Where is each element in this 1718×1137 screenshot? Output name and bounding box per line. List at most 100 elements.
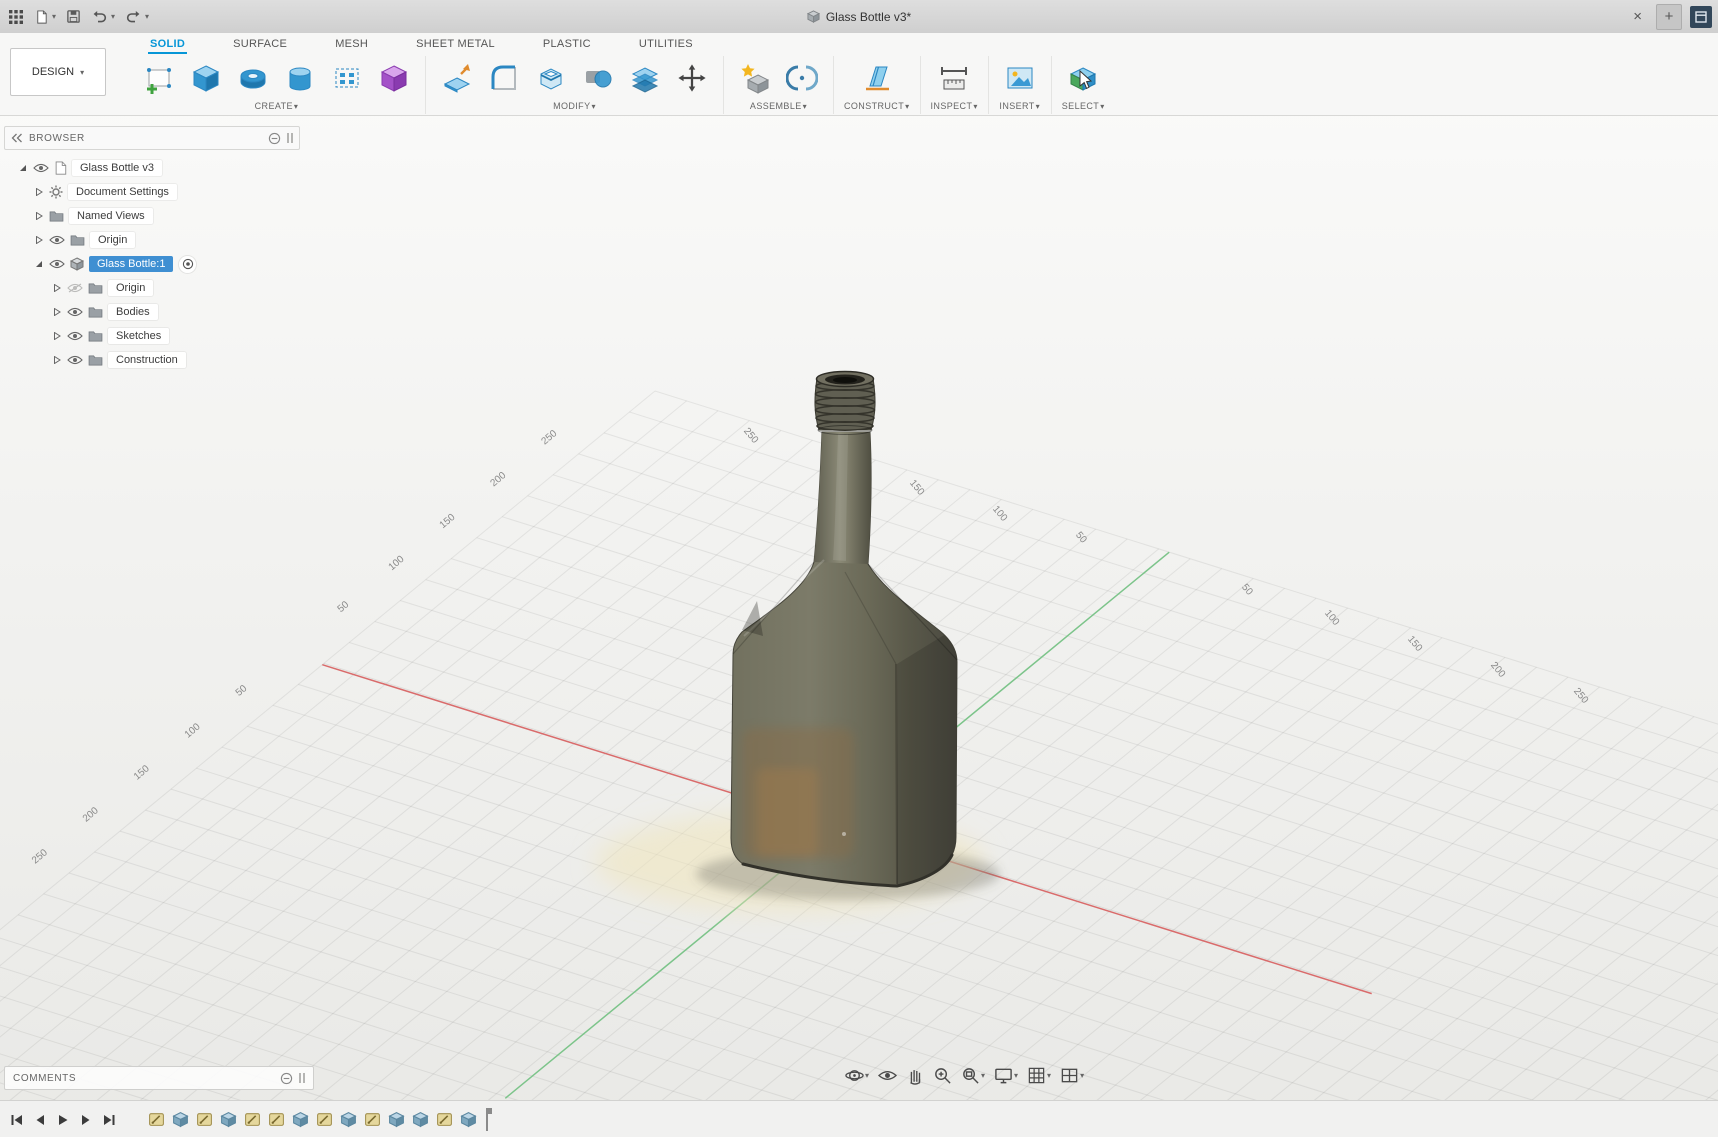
tree-item-document-settings[interactable]: Document Settings (4, 180, 300, 204)
visibility-eye-icon[interactable] (49, 259, 65, 269)
pan-icon[interactable] (906, 1066, 924, 1085)
workspace-switcher[interactable]: DESIGN (10, 48, 106, 96)
select-icon[interactable] (1062, 57, 1104, 99)
visibility-eye-icon[interactable] (67, 355, 83, 365)
tree-item-origin-child[interactable]: Origin (4, 276, 300, 300)
revolve-icon[interactable] (232, 57, 274, 99)
display-settings-icon[interactable] (994, 1066, 1018, 1085)
joint-icon[interactable] (781, 57, 823, 99)
measure-icon[interactable] (933, 57, 975, 99)
collapsed-arrow-icon[interactable] (52, 332, 62, 340)
file-menu-icon[interactable] (34, 9, 56, 25)
tree-item-label[interactable]: Bodies (108, 304, 158, 320)
timeline-sketch-icon[interactable] (436, 1111, 453, 1128)
skip-to-end-icon[interactable] (102, 1113, 116, 1127)
create-sketch-icon[interactable] (138, 57, 180, 99)
circle-minus-icon[interactable] (280, 1072, 293, 1085)
tree-item-label[interactable]: Origin (108, 280, 154, 296)
play-icon[interactable] (56, 1113, 70, 1127)
visibility-eye-icon[interactable] (67, 331, 83, 341)
look-at-icon[interactable] (878, 1066, 898, 1085)
tab-mesh[interactable]: MESH (333, 35, 370, 54)
move-icon[interactable] (671, 57, 713, 99)
tab-solid[interactable]: SOLID (148, 35, 188, 54)
data-panel-icon[interactable] (1690, 5, 1712, 28)
timeline-feature-icon[interactable] (388, 1111, 405, 1128)
save-icon[interactable] (66, 9, 81, 24)
group-label-inspect[interactable]: INSPECT (931, 101, 978, 111)
skip-to-start-icon[interactable] (10, 1113, 24, 1127)
viewports-icon[interactable] (1060, 1066, 1084, 1085)
tree-item-construction[interactable]: Construction (4, 348, 300, 372)
offset-face-icon[interactable] (624, 57, 666, 99)
tab-sheet-metal[interactable]: SHEET METAL (414, 35, 497, 54)
insert-canvas-icon[interactable] (999, 57, 1041, 99)
visibility-eye-off-icon[interactable] (67, 283, 83, 293)
new-component-icon[interactable] (734, 57, 776, 99)
expanded-arrow-icon[interactable] (34, 260, 44, 268)
browser-header[interactable]: BROWSER (4, 126, 300, 150)
tree-item-label[interactable]: Named Views (69, 208, 153, 224)
fillet-icon[interactable] (483, 57, 525, 99)
timeline-sketch-icon[interactable] (268, 1111, 285, 1128)
group-label-select[interactable]: SELECT (1062, 101, 1105, 111)
tree-item-bodies[interactable]: Bodies (4, 300, 300, 324)
panel-drag-grip[interactable] (299, 1073, 305, 1083)
collapsed-arrow-icon[interactable] (34, 236, 44, 244)
tree-item-label[interactable]: Construction (108, 352, 186, 368)
expanded-arrow-icon[interactable] (18, 164, 28, 172)
tree-item-label[interactable]: Origin (90, 232, 136, 248)
step-forward-icon[interactable] (79, 1113, 93, 1127)
timeline-sketch-icon[interactable] (148, 1111, 165, 1128)
timeline-feature-icon[interactable] (292, 1111, 309, 1128)
timeline-sketch-icon[interactable] (244, 1111, 261, 1128)
orbit-icon[interactable] (845, 1066, 869, 1085)
visibility-eye-icon[interactable] (67, 307, 83, 317)
group-label-assemble[interactable]: ASSEMBLE (750, 101, 807, 111)
shell-icon[interactable] (530, 57, 572, 99)
visibility-eye-icon[interactable] (49, 235, 65, 245)
visibility-eye-icon[interactable] (33, 163, 49, 173)
tree-item-origin[interactable]: Origin (4, 228, 300, 252)
new-tab-button[interactable]: + (1656, 3, 1682, 30)
collapsed-arrow-icon[interactable] (52, 356, 62, 364)
zoom-icon[interactable] (933, 1066, 952, 1085)
panel-drag-grip[interactable] (287, 133, 293, 143)
tab-plastic[interactable]: PLASTIC (541, 35, 593, 54)
timeline-feature-icon[interactable] (460, 1111, 477, 1128)
activate-component-radio[interactable] (179, 255, 197, 273)
group-label-modify[interactable]: MODIFY (553, 101, 596, 111)
collapsed-arrow-icon[interactable] (52, 308, 62, 316)
redo-icon[interactable] (125, 9, 149, 24)
step-back-icon[interactable] (33, 1113, 47, 1127)
timeline-feature-icon[interactable] (172, 1111, 189, 1128)
timeline-sketch-icon[interactable] (316, 1111, 333, 1128)
timeline-sketch-icon[interactable] (364, 1111, 381, 1128)
timeline-feature-icon[interactable] (340, 1111, 357, 1128)
tab-surface[interactable]: SURFACE (231, 35, 289, 54)
fit-window-icon[interactable] (961, 1066, 985, 1085)
group-label-insert[interactable]: INSERT (999, 101, 1040, 111)
group-label-construct[interactable]: CONSTRUCT (844, 101, 910, 111)
timeline-sketch-icon[interactable] (196, 1111, 213, 1128)
document-tab[interactable]: Glass Bottle v3* (0, 0, 1718, 33)
app-menu-grid-icon[interactable] (8, 9, 24, 25)
sweep-icon[interactable] (279, 57, 321, 99)
collapsed-arrow-icon[interactable] (34, 188, 44, 196)
tree-item-named-views[interactable]: Named Views (4, 204, 300, 228)
press-pull-icon[interactable] (436, 57, 478, 99)
extrude-icon[interactable] (185, 57, 227, 99)
close-tab-icon[interactable]: × (1627, 8, 1648, 25)
timeline-feature-icon[interactable] (412, 1111, 429, 1128)
tree-item-label[interactable]: Sketches (108, 328, 170, 344)
tree-item-label[interactable]: Glass Bottle v3 (72, 160, 162, 176)
tab-utilities[interactable]: UTILITIES (637, 35, 695, 54)
collapsed-arrow-icon[interactable] (34, 212, 44, 220)
tree-item-sketches[interactable]: Sketches (4, 324, 300, 348)
primitive-box-icon[interactable] (373, 57, 415, 99)
comments-bar[interactable]: COMMENTS (4, 1066, 314, 1090)
construction-plane-icon[interactable] (856, 57, 898, 99)
tree-item-root[interactable]: Glass Bottle v3 (4, 156, 300, 180)
combine-icon[interactable] (577, 57, 619, 99)
timeline-position-marker[interactable] (481, 1106, 493, 1134)
